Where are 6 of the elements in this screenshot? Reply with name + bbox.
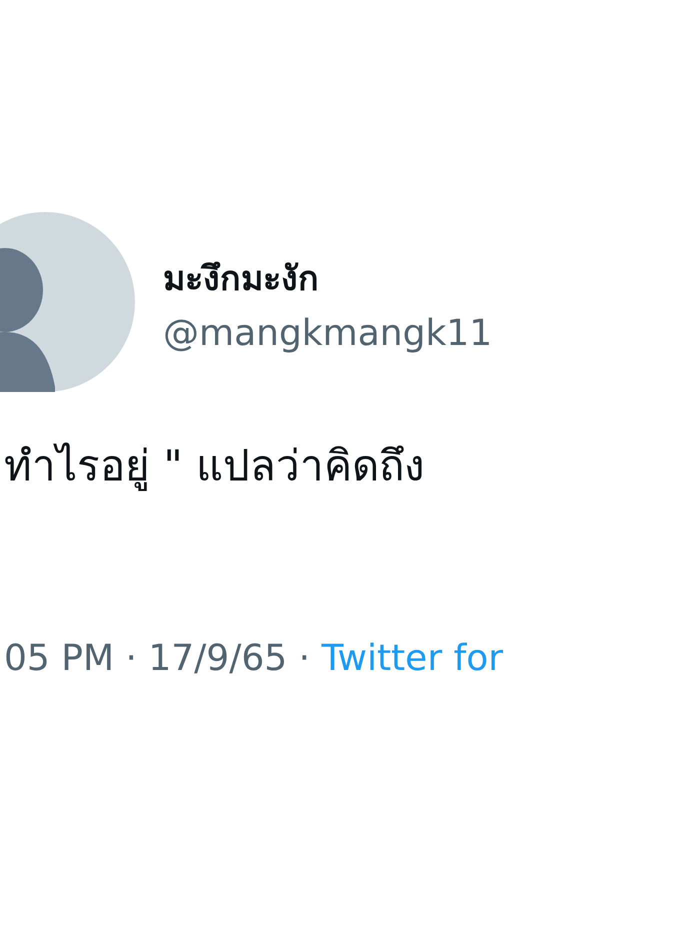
display-name: มะงึกมะงัก [163,258,320,300]
timestamp: 05 PM · 17/9/65 · [4,638,312,679]
user-handle: @mangkmangk11 [163,312,492,354]
source-link[interactable]: Twitter for [321,638,504,679]
avatar-icon [0,212,135,392]
tweet-text: ทำไรอยู่ " แปลว่าคิดถึง [4,440,426,493]
